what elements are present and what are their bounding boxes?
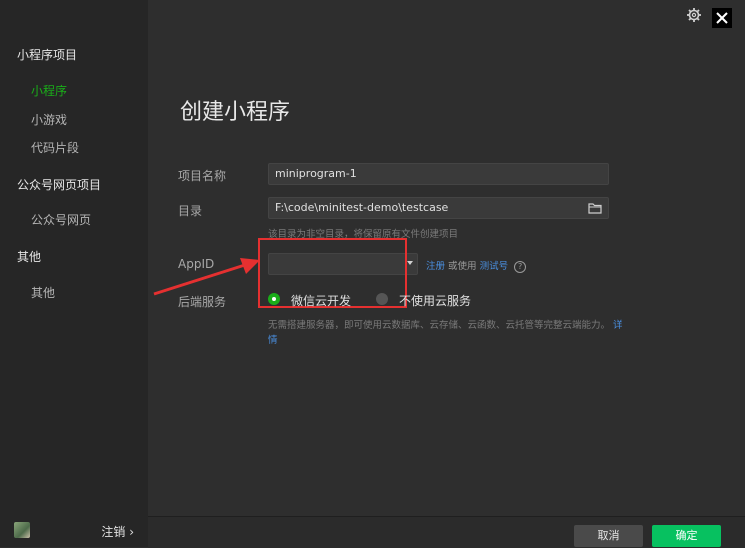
radio-checked-icon — [268, 293, 280, 305]
sidebar-section-official: 公众号网页项目 — [17, 178, 102, 192]
sidebar-footer: 注销 › — [0, 517, 148, 547]
sidebar-section-miniprogram: 小程序项目 — [17, 48, 78, 62]
help-icon[interactable]: ? — [514, 260, 527, 273]
main-panel: 创建小程序 项目名称 miniprogram-1 目录 F:\code\mini… — [148, 0, 745, 547]
sidebar-section-other: 其他 — [17, 250, 42, 264]
test-account-link[interactable]: 测试号 — [480, 261, 509, 272]
chevron-down-icon — [407, 261, 413, 265]
project-name-input[interactable]: miniprogram-1 — [268, 163, 609, 185]
radio-wechat-cloud-label: 微信云开发 — [291, 294, 352, 308]
cancel-button[interactable]: 取消 — [574, 525, 643, 547]
confirm-button[interactable]: 确定 — [652, 525, 721, 547]
sidebar: 小程序项目 小程序 小游戏 代码片段 公众号网页项目 公众号网页 其他 其他 注… — [0, 0, 148, 547]
sidebar-item-official-web[interactable]: 公众号网页 — [31, 211, 91, 228]
sidebar-item-miniprogram[interactable]: 小程序 — [31, 82, 67, 99]
gear-icon[interactable] — [686, 7, 702, 23]
folder-icon[interactable] — [588, 202, 602, 214]
footer-bar: 取消 确定 — [148, 516, 745, 548]
directory-value: F:\code\minitest-demo\testcase — [275, 201, 449, 214]
sidebar-item-minigame[interactable]: 小游戏 — [31, 111, 67, 128]
close-icon[interactable] — [712, 8, 732, 28]
appid-or-text: 或使用 — [448, 261, 477, 272]
register-link[interactable]: 注册 — [426, 261, 445, 272]
appid-links: 注册 或使用 测试号 ? — [426, 258, 527, 273]
sidebar-item-code-snippet[interactable]: 代码片段 — [31, 139, 79, 156]
sidebar-item-other[interactable]: 其他 — [31, 284, 55, 301]
backend-description: 无需搭建服务器，即可使用云数据库、云存储、云函数、云托管等完整云端能力。 详情 — [268, 318, 628, 348]
project-name-label: 项目名称 — [178, 169, 227, 183]
radio-no-cloud-label: 不使用云服务 — [399, 294, 472, 308]
directory-input[interactable]: F:\code\minitest-demo\testcase — [268, 197, 609, 219]
backend-description-text: 无需搭建服务器，即可使用云数据库、云存储、云函数、云托管等完整云端能力。 — [268, 320, 611, 331]
logout-button[interactable]: 注销 › — [101, 523, 134, 540]
directory-label: 目录 — [178, 204, 203, 218]
avatar[interactable] — [14, 522, 30, 538]
radio-unchecked-icon — [376, 293, 388, 305]
page-title: 创建小程序 — [180, 100, 291, 125]
backend-label: 后端服务 — [178, 295, 227, 309]
